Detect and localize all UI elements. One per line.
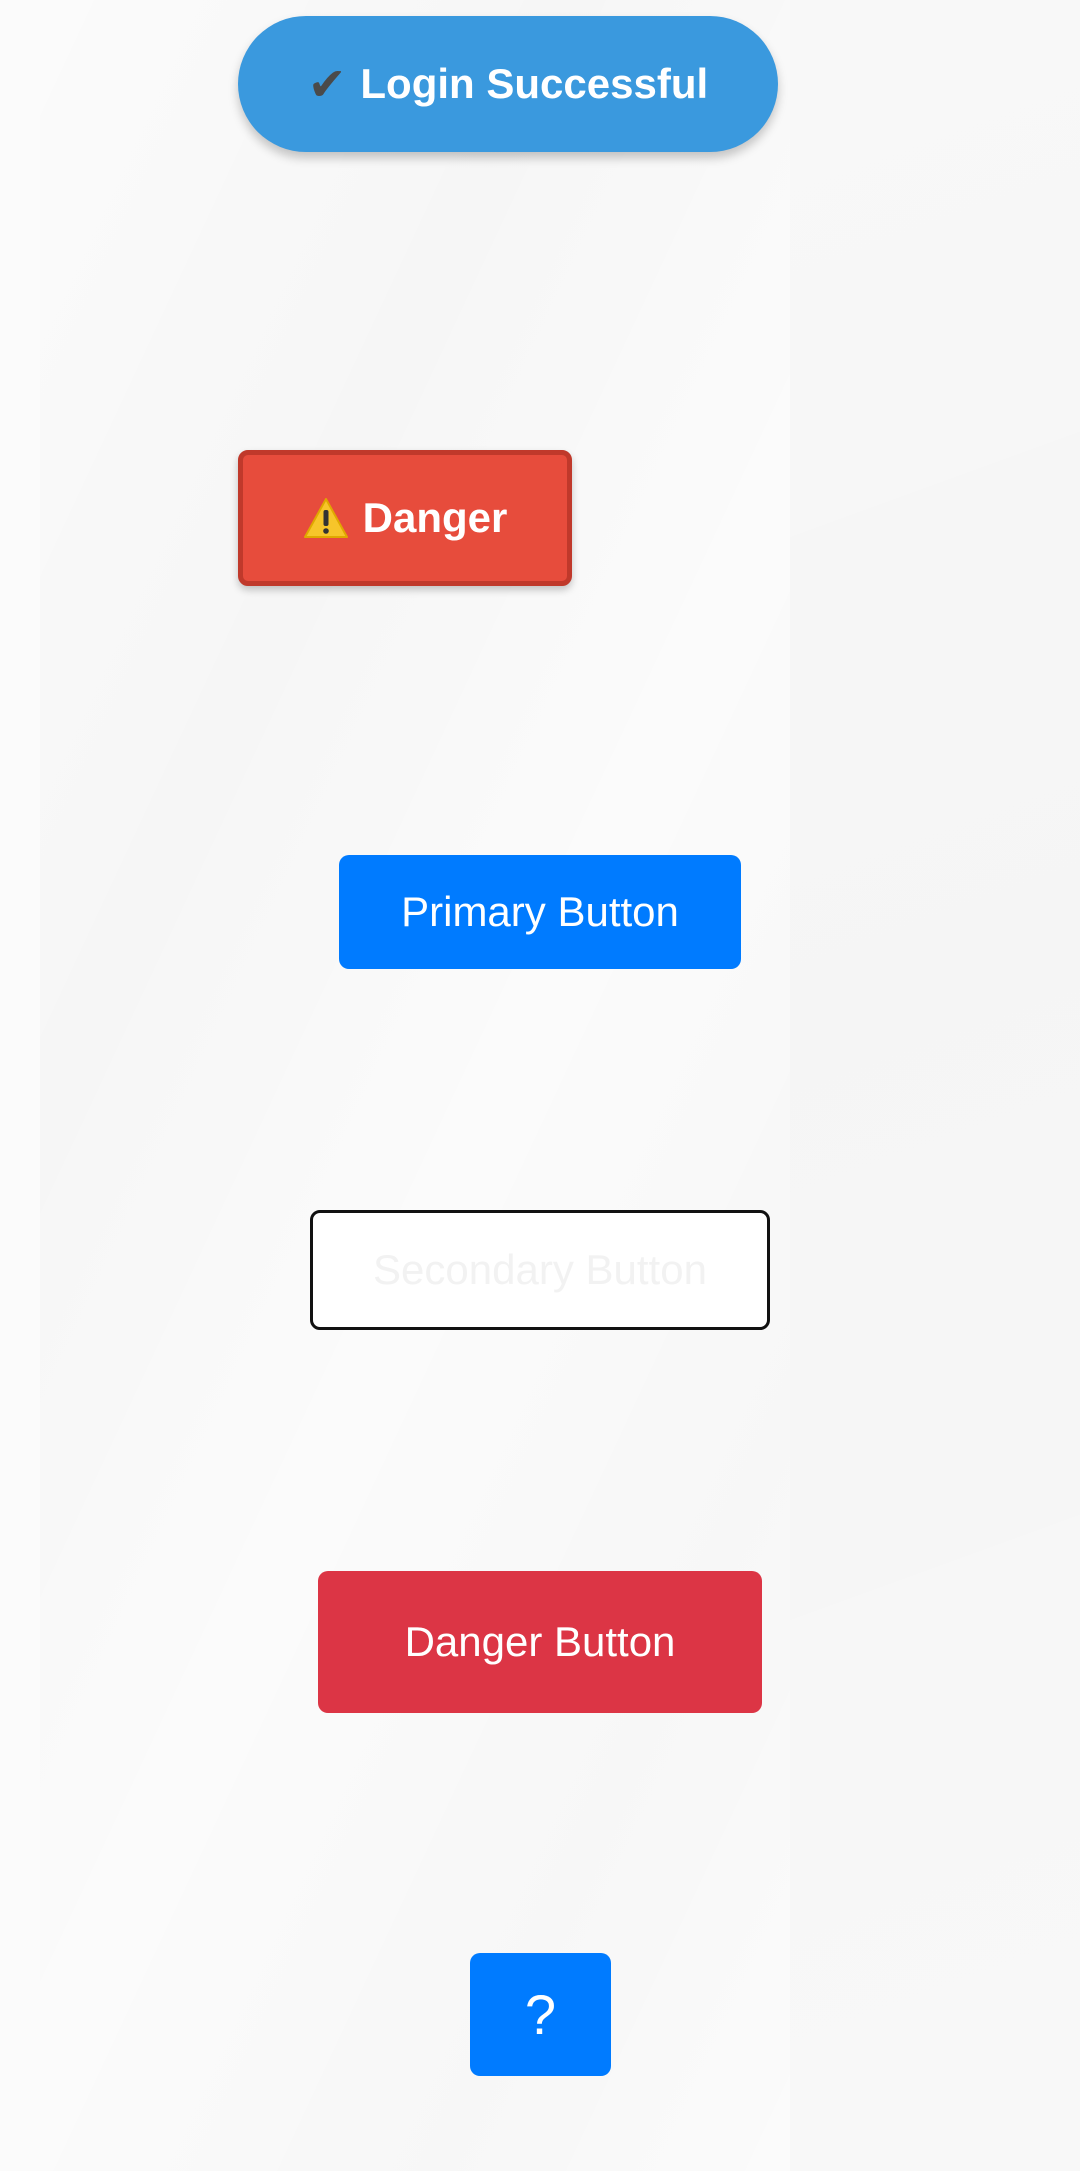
background-texture-right xyxy=(790,0,1080,2171)
danger-badge-label: Danger xyxy=(362,494,508,541)
toast-label: Login Successful xyxy=(360,60,709,107)
help-button[interactable]: ? xyxy=(470,1953,611,2076)
check-mark-icon: ✔ xyxy=(307,57,347,111)
danger-button-label: Danger Button xyxy=(404,1618,676,1665)
danger-badge: Danger xyxy=(238,450,572,586)
login-success-toast: ✔ Login Successful xyxy=(238,16,778,152)
warning-icon xyxy=(303,497,349,539)
danger-button[interactable]: Danger Button xyxy=(318,1571,762,1713)
primary-button[interactable]: Primary Button xyxy=(339,855,741,969)
help-button-label: ? xyxy=(524,1983,557,2046)
secondary-button[interactable]: Secondary Button xyxy=(310,1210,770,1330)
secondary-button-label: Secondary Button xyxy=(373,1246,707,1293)
background-texture xyxy=(40,0,790,2171)
primary-button-label: Primary Button xyxy=(401,888,679,935)
